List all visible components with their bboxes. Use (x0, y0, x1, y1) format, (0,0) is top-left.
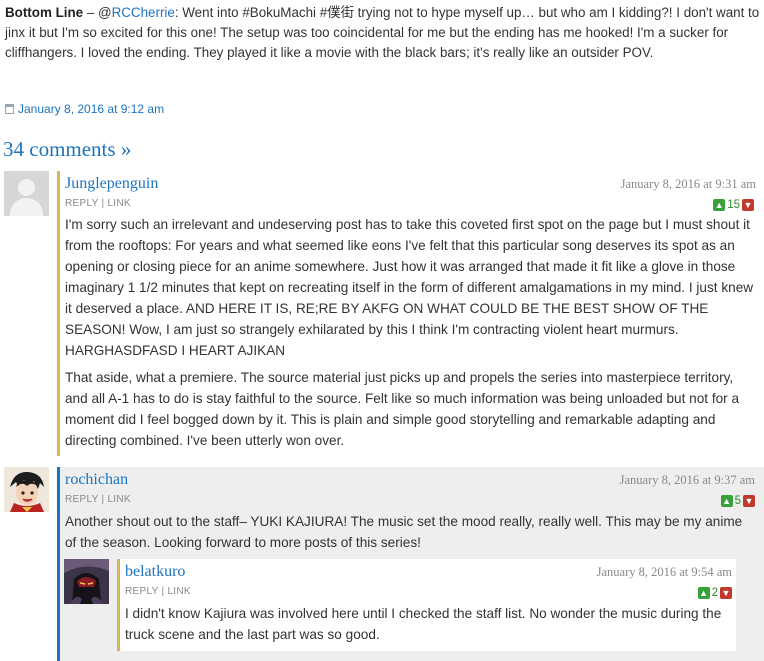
comment-paragraph: I didn't know Kajiura was involved here … (125, 606, 722, 642)
avatar (4, 171, 49, 216)
post-date: January 8, 2016 at 9:12 am (5, 102, 164, 116)
comment-paragraph: Another shout out to the staff– YUKI KAJ… (65, 514, 743, 550)
comment-date[interactable]: January 8, 2016 at 9:37 am (620, 473, 755, 488)
comment-date[interactable]: January 8, 2016 at 9:31 am (621, 177, 756, 192)
vote-widget: ▲ 2 ▼ (697, 587, 732, 599)
thumbs-up-icon[interactable]: ▲ (697, 587, 710, 599)
comment-author[interactable]: Junglepenguin (65, 175, 158, 193)
vote-widget: ▲ 5 ▼ (720, 495, 755, 507)
reply-link[interactable]: REPLY (125, 586, 158, 597)
comment-paragraph: I'm sorry such an irrelevant and undeser… (65, 217, 754, 358)
vote-count: 5 (734, 495, 741, 507)
comment-body: I didn't know Kajiura was involved here … (125, 603, 731, 651)
post-date-link[interactable]: January 8, 2016 at 9:12 am (18, 102, 164, 116)
vote-count: 15 (727, 199, 740, 211)
thumbs-up-icon[interactable]: ▲ (713, 199, 726, 211)
vote-widget: ▲ 15 ▼ (713, 199, 754, 211)
calendar-icon (5, 104, 14, 114)
vote-count: 2 (711, 587, 718, 599)
comment-junglepenguin: Junglepenguin January 8, 2016 at 9:31 am… (57, 171, 759, 456)
comment-author[interactable]: belatkuro (125, 563, 185, 581)
comments-count-link[interactable]: 34 comments » (3, 137, 131, 162)
comment-meta: REPLY | LINK (125, 586, 191, 597)
thumbs-down-icon[interactable]: ▼ (743, 495, 755, 507)
thumbs-down-icon[interactable]: ▼ (720, 587, 732, 599)
avatar (4, 467, 49, 512)
reply-link[interactable]: REPLY (65, 494, 98, 505)
post-bottom-line: Bottom Line – @RCCherrie: Went into #Bok… (5, 3, 761, 63)
comment-paragraph: That aside, what a premiere. The source … (65, 370, 740, 448)
comment-author[interactable]: rochichan (65, 471, 128, 489)
comment-date[interactable]: January 8, 2016 at 9:54 am (597, 565, 732, 580)
comment-body: I'm sorry such an irrelevant and undeser… (65, 214, 757, 457)
bottom-line-label: Bottom Line (5, 5, 84, 20)
comment-body: Another shout out to the staff– YUKI KAJ… (65, 511, 745, 559)
masked-character-avatar-icon (64, 559, 109, 604)
dash: – @ (83, 5, 112, 20)
anime-avatar-icon (4, 467, 49, 512)
thumbs-down-icon[interactable]: ▼ (742, 199, 754, 211)
permalink-link[interactable]: LINK (167, 586, 190, 597)
comment-belatkuro: belatkuro January 8, 2016 at 9:54 am REP… (117, 559, 736, 651)
comment-meta: REPLY | LINK (65, 198, 131, 209)
comment-meta: REPLY | LINK (65, 494, 131, 505)
reply-link[interactable]: REPLY (65, 198, 98, 209)
permalink-link[interactable]: LINK (107, 198, 130, 209)
permalink-link[interactable]: LINK (107, 494, 130, 505)
thumbs-up-icon[interactable]: ▲ (720, 495, 733, 507)
mention-link[interactable]: RCCherrie (112, 5, 175, 20)
avatar (64, 559, 109, 604)
